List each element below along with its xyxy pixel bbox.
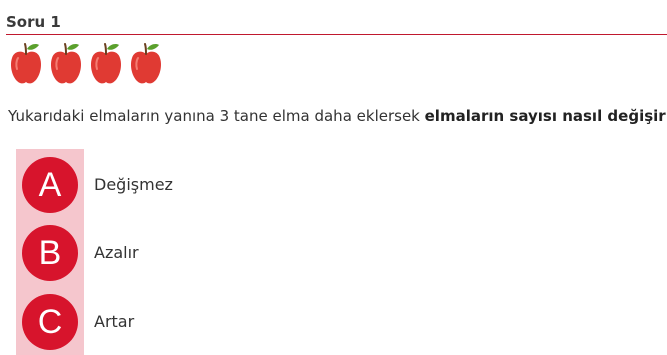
question-text-bold: elmaların sayısı nasıl değişir ?	[424, 107, 667, 125]
apple-icon	[90, 43, 122, 84]
option-b[interactable]: B Azalır	[0, 225, 400, 281]
option-letter-badge[interactable]: A	[22, 157, 78, 213]
option-letter-badge[interactable]: B	[22, 225, 78, 281]
option-label[interactable]: Artar	[94, 311, 134, 333]
apple-icon	[130, 43, 162, 84]
question-text: Yukarıdaki elmaların yanına 3 tane elma …	[8, 105, 667, 127]
apple-icon	[50, 43, 82, 84]
option-a[interactable]: A Değişmez	[0, 157, 400, 213]
option-c[interactable]: C Artar	[0, 294, 400, 350]
question-text-plain: Yukarıdaki elmaların yanına 3 tane elma …	[8, 107, 425, 125]
option-letter-badge[interactable]: C	[22, 294, 78, 350]
option-label[interactable]: Değişmez	[94, 174, 173, 196]
question-title: Soru 1	[6, 13, 61, 31]
question-header: Soru 1	[6, 12, 667, 35]
apple-icon	[10, 43, 42, 84]
apple-row	[8, 42, 164, 86]
option-label[interactable]: Azalır	[94, 242, 139, 264]
